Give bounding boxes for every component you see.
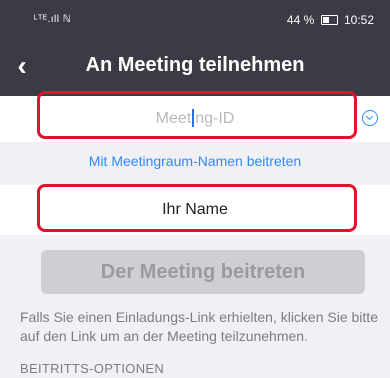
chevron-down-circle-icon[interactable] bbox=[362, 110, 378, 126]
status-right: 44 % 10:52 bbox=[287, 13, 374, 27]
battery-percent: 44 % bbox=[286, 13, 315, 27]
signal-indicator: ᴸᵀᴱ.ıll ℕ bbox=[34, 14, 72, 25]
status-bar: ᴸᵀᴱ.ıll ℕ 44 % 10:52 bbox=[0, 0, 390, 40]
clock: 10:52 bbox=[343, 13, 374, 27]
app-header: ‹ An Meeting teilnehmen bbox=[0, 40, 390, 96]
highlight-box-meeting-id bbox=[37, 91, 357, 139]
battery-icon bbox=[320, 15, 338, 25]
invite-link-hint: Falls Sie einen Einladungs-Link erhielte… bbox=[20, 309, 378, 344]
top-bar: ᴸᵀᴱ.ıll ℕ 44 % 10:52 ‹ An Meeting teilne… bbox=[0, 0, 390, 96]
page-title: An Meeting teilnehmen bbox=[85, 54, 305, 76]
join-options-heading: BEITRITTS-OPTIONEN bbox=[20, 361, 165, 376]
highlight-box-name bbox=[37, 184, 357, 232]
join-meeting-button[interactable]: Der Meeting beitreten bbox=[41, 250, 365, 294]
join-by-room-name-link[interactable]: Mit Meetingraum-Namen beitreten bbox=[0, 153, 390, 169]
